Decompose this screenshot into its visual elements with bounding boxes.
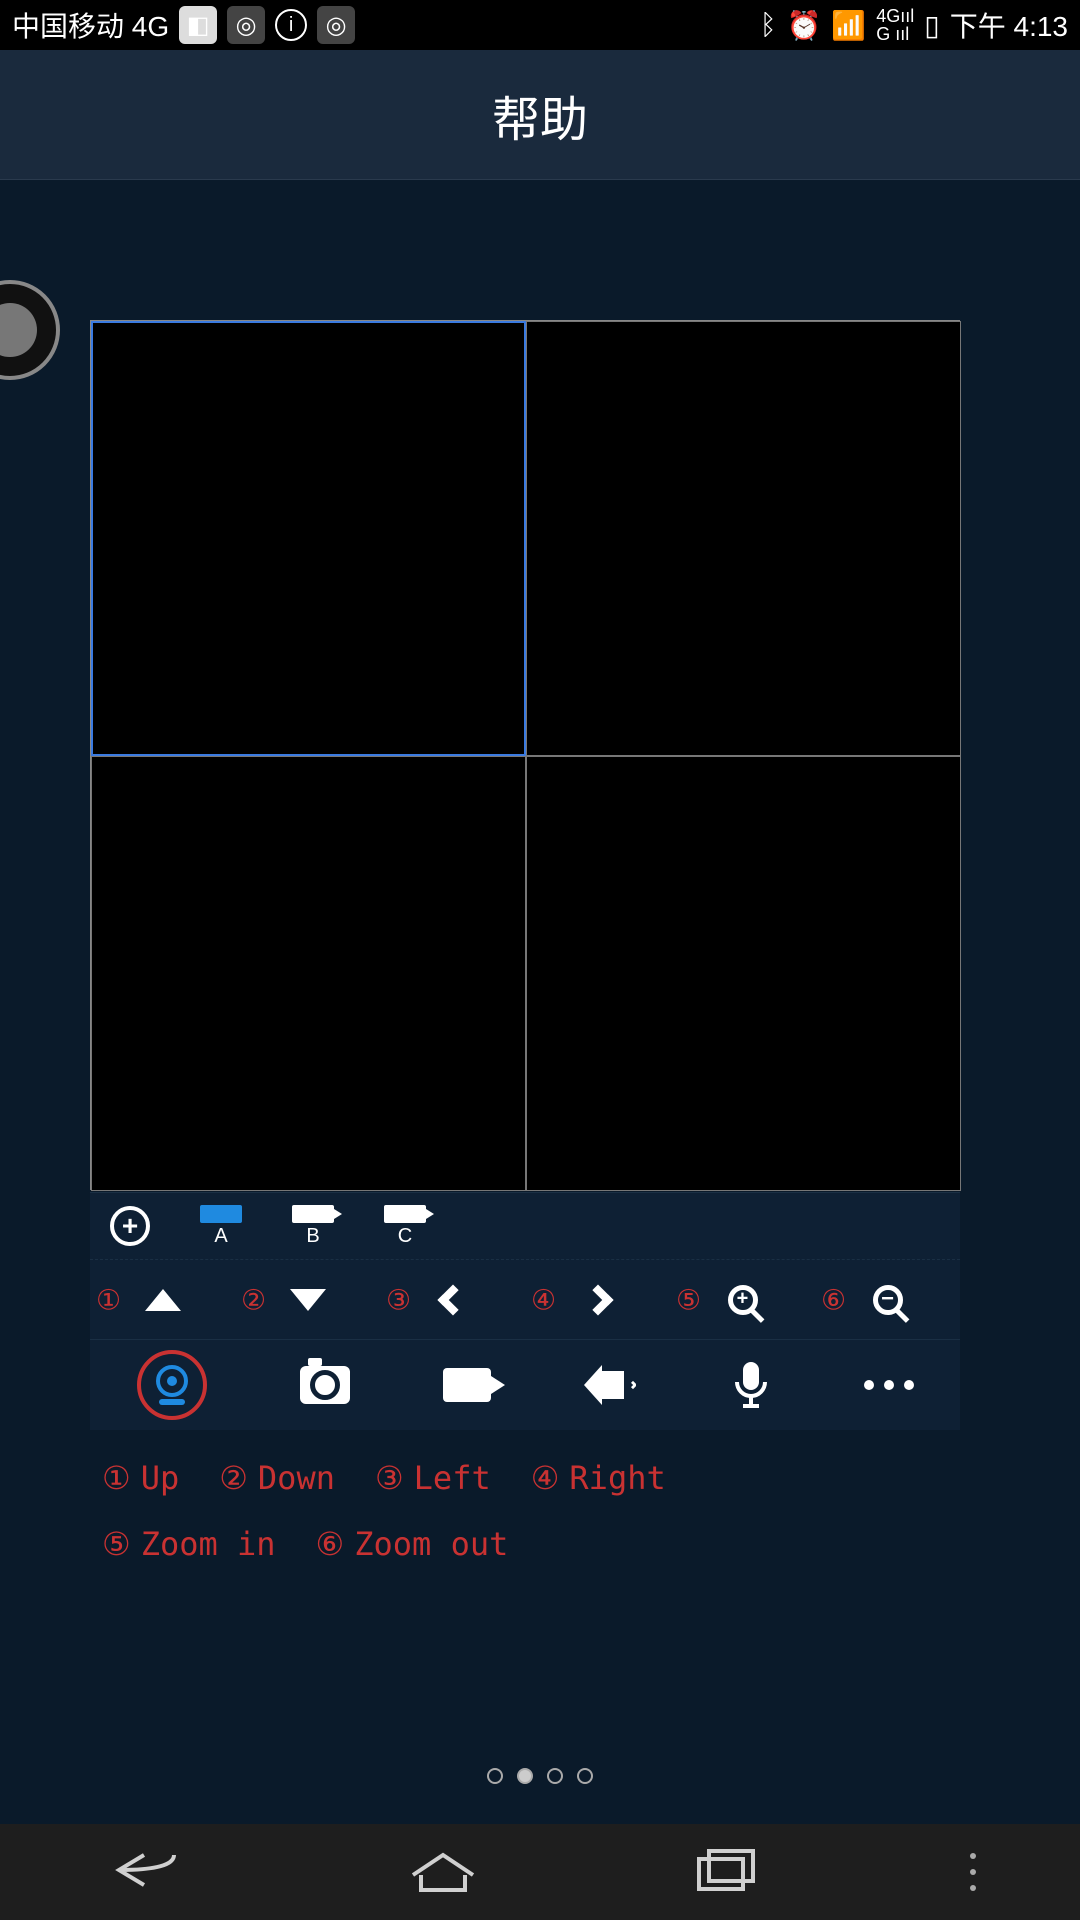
- ptz-camera-icon: [156, 1365, 188, 1397]
- battery-icon: ▯: [924, 9, 939, 42]
- app-titlebar: 帮助: [0, 50, 1080, 180]
- page-dot-1: [487, 1768, 503, 1784]
- chevron-right-icon: [582, 1284, 613, 1315]
- legend-item-up: ① Up: [102, 1450, 179, 1508]
- info-icon: i: [275, 9, 307, 41]
- carrier-label: 中国移动 4G: [12, 5, 169, 45]
- chevron-left-icon: [437, 1284, 468, 1315]
- alarm-icon: ⏰: [787, 9, 822, 42]
- menu-dots-icon: [970, 1853, 976, 1859]
- more-button[interactable]: [864, 1380, 914, 1390]
- mic-button[interactable]: [731, 1360, 771, 1410]
- ptz-down-button[interactable]: ②: [235, 1289, 380, 1311]
- audio-button[interactable]: [584, 1365, 638, 1405]
- ptz-num-1: ①: [96, 1283, 121, 1316]
- camera-icon: [300, 1366, 350, 1404]
- clock-label: 下午 4:13: [950, 5, 1068, 45]
- chevron-up-icon: [145, 1289, 181, 1311]
- video-grid: [90, 320, 960, 1190]
- dots-icon: [864, 1380, 874, 1390]
- legend-item-zoom-out: ⑥ Zoom out: [316, 1516, 509, 1574]
- zoom-out-icon: [873, 1285, 903, 1315]
- device-c-icon: [384, 1205, 426, 1223]
- page-dot-3: [547, 1768, 563, 1784]
- home-button[interactable]: [403, 1845, 483, 1900]
- page-title: 帮助: [492, 80, 588, 150]
- android-navbar: [0, 1824, 1080, 1920]
- ptz-toolbar: ① ② ③ ④ ⑤ ⑥: [90, 1260, 960, 1340]
- device-c-button[interactable]: C: [384, 1205, 426, 1248]
- page-dot-4: [577, 1768, 593, 1784]
- ptz-right-button[interactable]: ④: [525, 1289, 670, 1311]
- ptz-left-button[interactable]: ③: [380, 1289, 525, 1311]
- legend-item-left: ③ Left: [375, 1450, 491, 1508]
- page-indicator[interactable]: [487, 1768, 593, 1784]
- bluetooth-icon: ᛒ: [760, 9, 777, 41]
- menu-button[interactable]: [970, 1853, 976, 1891]
- speaker-icon: [584, 1365, 602, 1405]
- notification-icon-2: ◎: [227, 6, 265, 44]
- action-toolbar: [90, 1340, 960, 1430]
- notification-icon-1: ◧: [179, 6, 217, 44]
- video-icon: [443, 1368, 491, 1402]
- legend-item-zoom-in: ⑤ Zoom in: [102, 1516, 276, 1574]
- legend: ① Up ② Down ③ Left ④ Right ⑤ Zoom in ⑥: [90, 1450, 960, 1581]
- page-dot-2-active: [517, 1768, 533, 1784]
- snapshot-button[interactable]: [300, 1366, 350, 1404]
- ptz-up-button[interactable]: ①: [90, 1289, 235, 1311]
- ptz-num-4: ④: [531, 1283, 556, 1316]
- device-b-icon: [292, 1205, 334, 1223]
- ptz-num-3: ③: [386, 1283, 411, 1316]
- ptz-mode-circle-highlight: [137, 1350, 207, 1420]
- device-a-button[interactable]: A: [200, 1205, 242, 1248]
- add-device-button[interactable]: +: [110, 1206, 150, 1246]
- ptz-num-5: ⑤: [676, 1283, 701, 1316]
- device-c-label: C: [398, 1225, 412, 1248]
- device-b-button[interactable]: B: [292, 1205, 334, 1248]
- device-toolbar: + A B C: [90, 1192, 960, 1260]
- recent-apps-button[interactable]: [691, 1845, 761, 1900]
- device-a-icon: [200, 1205, 242, 1223]
- legend-item-down: ② Down: [219, 1450, 335, 1508]
- zoom-in-button[interactable]: ⑤: [670, 1285, 815, 1315]
- video-cell-2[interactable]: [526, 321, 961, 756]
- device-b-label: B: [306, 1225, 319, 1248]
- zoom-in-icon: [728, 1285, 758, 1315]
- video-cell-1-selected[interactable]: [91, 321, 526, 756]
- plus-icon: +: [110, 1206, 150, 1246]
- notification-icon-3: ◎: [317, 6, 355, 44]
- video-cell-3[interactable]: [91, 756, 526, 1191]
- ptz-num-6: ⑥: [821, 1283, 846, 1316]
- chevron-down-icon: [290, 1289, 326, 1311]
- side-drawer-knob[interactable]: [0, 280, 60, 380]
- signal-4g-label: 4GıılG ııl: [876, 7, 914, 43]
- device-a-label: A: [214, 1225, 227, 1248]
- ptz-num-2: ②: [241, 1283, 266, 1316]
- record-button[interactable]: [443, 1368, 491, 1402]
- video-cell-4[interactable]: [526, 756, 961, 1191]
- ptz-mode-button[interactable]: [137, 1350, 207, 1420]
- android-statusbar: 中国移动 4G ◧ ◎ i ◎ ᛒ ⏰ 📶 4GıılG ııl ▯ 下午 4:…: [0, 0, 1080, 50]
- wifi-icon: 📶: [831, 9, 866, 42]
- mic-icon: [731, 1360, 771, 1410]
- legend-item-right: ④ Right: [531, 1450, 666, 1508]
- help-content: + A B C ① ② ③ ④: [0, 180, 1080, 1824]
- zoom-out-button[interactable]: ⑥: [815, 1285, 960, 1315]
- back-button[interactable]: [104, 1845, 194, 1900]
